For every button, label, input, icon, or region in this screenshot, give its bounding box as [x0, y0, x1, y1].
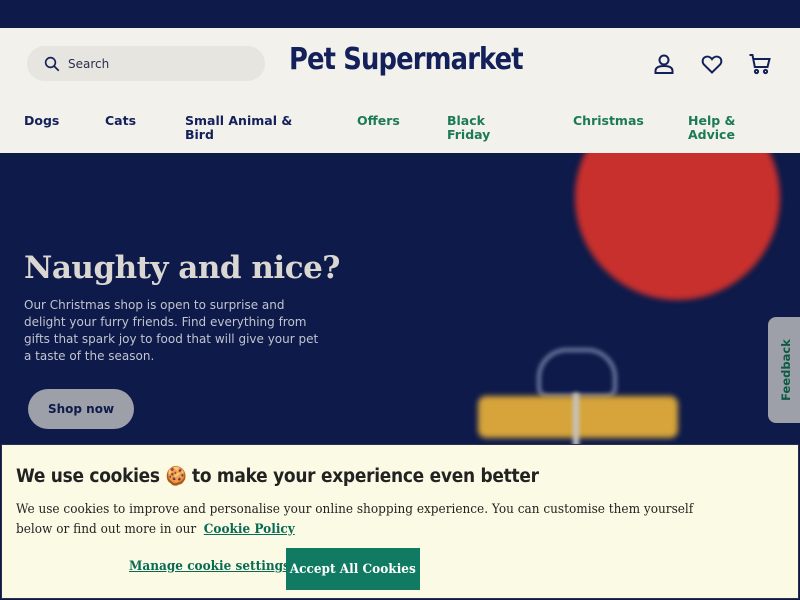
hero-title: Naughty and nice?: [24, 250, 340, 286]
search-icon: [44, 56, 60, 71]
nav-item-offers[interactable]: Offers: [357, 114, 400, 128]
nav-item-christmas[interactable]: Christmas: [573, 114, 644, 128]
main-nav: Dogs Cats Small Animal & Bird Offers Bla…: [0, 106, 800, 146]
accept-all-cookies-button[interactable]: Accept All Cookies: [286, 548, 420, 590]
nav-item-small-animal-bird[interactable]: Small Animal & Bird: [185, 114, 295, 142]
cookie-description: We use cookies to improve and personalis…: [16, 500, 723, 540]
cookie-policy-link[interactable]: Cookie Policy: [204, 522, 295, 537]
shop-now-button[interactable]: Shop now: [28, 389, 134, 429]
top-promo-bar: [0, 0, 800, 28]
hero-description: Our Christmas shop is open to surprise a…: [24, 298, 319, 363]
promo-badge: [575, 153, 780, 300]
heart-icon[interactable]: [700, 52, 724, 76]
cookie-banner: We use cookies 🍪 to make your experience…: [1, 444, 799, 599]
nav-item-cats[interactable]: Cats: [105, 114, 136, 128]
account-icon[interactable]: [652, 52, 676, 76]
feedback-tab[interactable]: Feedback: [768, 317, 800, 423]
site-logo[interactable]: Pet Supermarket: [289, 42, 524, 82]
nav-item-help-advice[interactable]: Help & Advice: [688, 114, 748, 142]
nav-item-black-friday[interactable]: Black Friday: [447, 114, 497, 142]
accept-all-cookies-label: Accept All Cookies: [289, 561, 417, 577]
manage-cookie-settings-link[interactable]: Manage cookie settings: [129, 559, 290, 574]
cookie-description-text: We use cookies to improve and personalis…: [16, 502, 694, 537]
nav-item-dogs[interactable]: Dogs: [24, 114, 59, 128]
site-header: Search Pet Supermarket Dogs Cats Small A…: [0, 28, 800, 153]
search-placeholder: Search: [68, 56, 110, 71]
cart-icon[interactable]: [748, 52, 772, 76]
feedback-label: Feedback: [779, 339, 793, 401]
gift-bow-graphic: [537, 348, 617, 398]
cookie-title: We use cookies 🍪 to make your experience…: [16, 466, 539, 487]
search-input[interactable]: Search: [27, 46, 265, 81]
